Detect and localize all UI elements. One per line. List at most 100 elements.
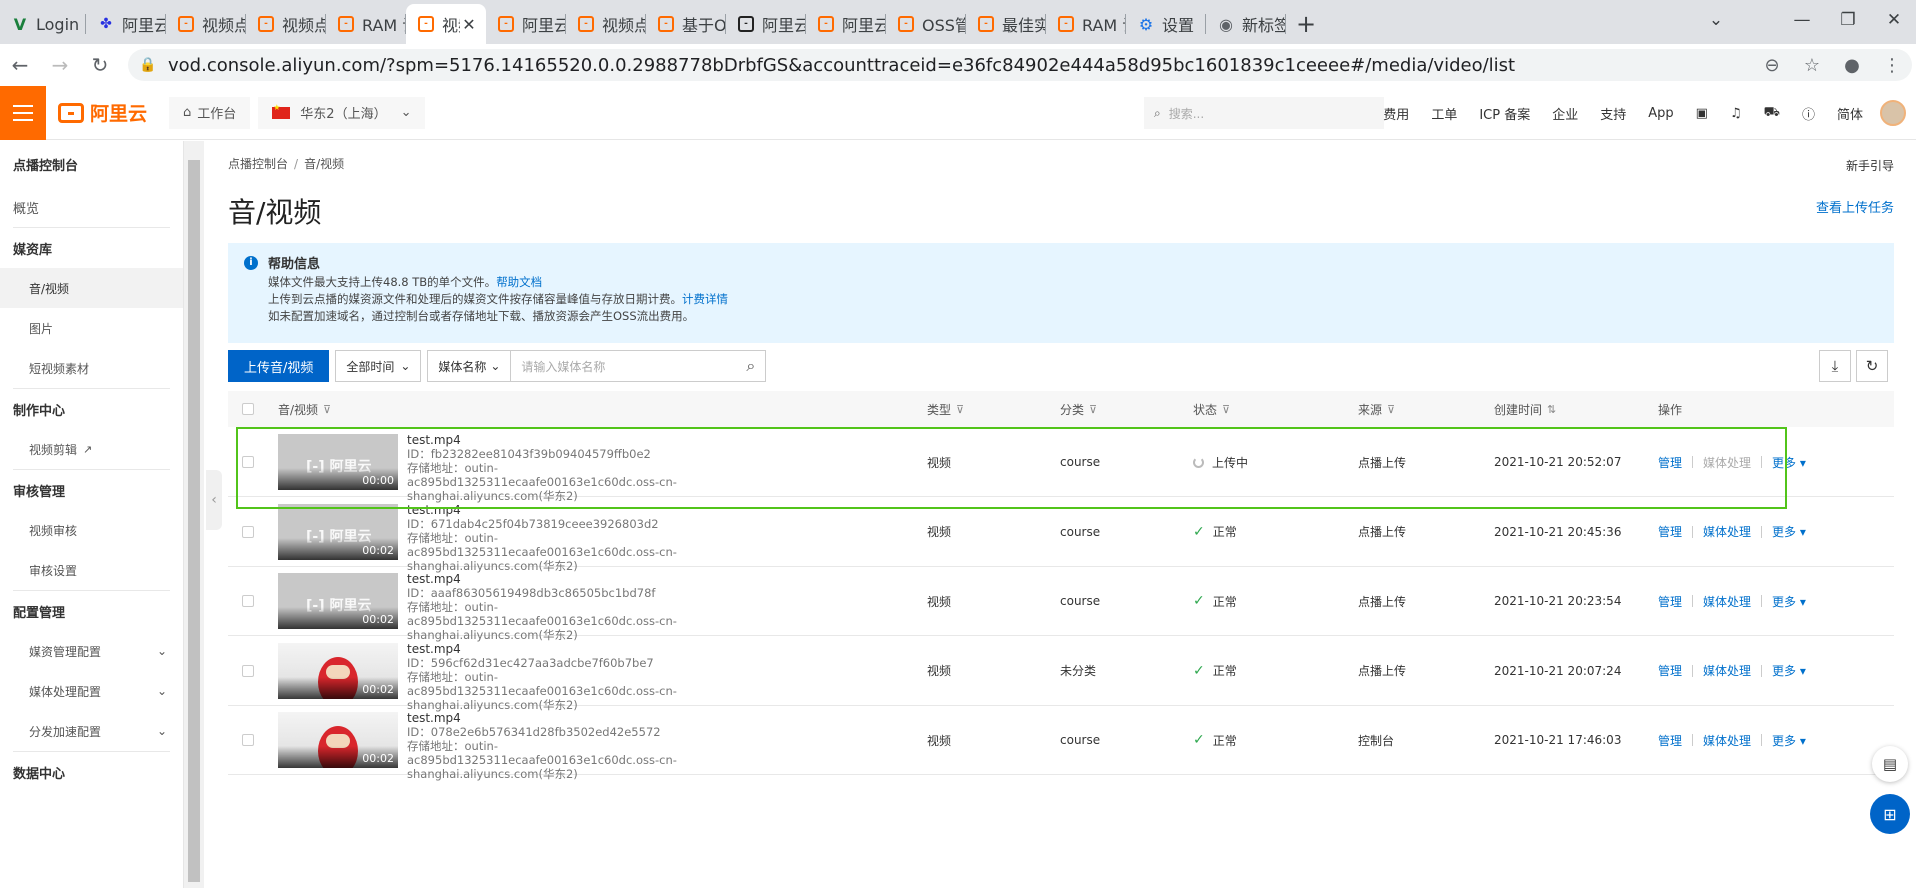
upload-tasks-link[interactable]: 查看上传任务 <box>1816 197 1894 216</box>
more-dropdown[interactable]: 更多 ▾ <box>1772 523 1806 540</box>
sidebar-collapse-icon[interactable]: ‹ <box>206 470 222 530</box>
browser-tab[interactable]: - 阿里云 <box>806 4 886 44</box>
media-process-link[interactable]: 媒体处理 <box>1703 732 1751 749</box>
table-row[interactable]: [-] 阿里云 00:02 test.mp4 ID：aaaf86305619498db… <box>228 566 1894 642</box>
table-row[interactable]: 00:02 test.mp4 ID：078e2e6b576341d28fb3502e… <box>228 705 1894 781</box>
topbar-link-app[interactable]: App <box>1648 106 1673 121</box>
filter-icon[interactable]: ⊽ <box>323 403 331 416</box>
topbar-link-billing[interactable]: 费用 <box>1383 104 1409 123</box>
browser-tab[interactable]: -RAM 访 <box>326 4 406 44</box>
search-field-select[interactable]: 媒体名称 ⌄ <box>427 350 512 382</box>
close-window-icon[interactable]: ✕ <box>1872 0 1916 40</box>
menu-dots-icon[interactable]: ⋮ <box>1872 55 1912 76</box>
row-checkbox[interactable] <box>242 595 254 607</box>
terminal-icon[interactable]: ▣ <box>1696 106 1708 121</box>
more-dropdown[interactable]: 更多 ▾ <box>1772 732 1806 749</box>
global-search-input[interactable]: ⌕ 搜索... <box>1144 97 1384 129</box>
sidebar-item-process-config[interactable]: 媒体处理配置 ⌄ <box>0 671 183 711</box>
sidebar-item-image[interactable]: 图片 <box>0 308 183 348</box>
video-thumbnail[interactable]: [-] 阿里云 00:02 <box>278 503 398 560</box>
refresh-icon[interactable]: ↻ <box>1856 350 1888 382</box>
sidebar-item-overview[interactable]: 概览 <box>0 187 183 227</box>
media-process-link[interactable]: 媒体处理 <box>1703 593 1751 610</box>
sidebar-item-media-config[interactable]: 媒资管理配置 ⌄ <box>0 631 183 671</box>
topbar-link-icp[interactable]: ICP 备案 <box>1479 104 1530 123</box>
help-doc-link[interactable]: 帮助文档 <box>496 275 542 289</box>
manage-link[interactable]: 管理 <box>1658 662 1682 679</box>
row-checkbox[interactable] <box>242 664 254 677</box>
table-row[interactable]: 00:02 test.mp4 ID：596cf62d31ec427aa3adcbe7… <box>228 636 1894 712</box>
close-tab-icon[interactable]: ✕ <box>460 15 478 34</box>
breadcrumb-console[interactable]: 点播控制台 <box>228 157 288 171</box>
new-tab-button[interactable]: + <box>1286 4 1326 44</box>
browser-tab[interactable]: -RAM 访 <box>1046 4 1126 44</box>
minimize-icon[interactable]: — <box>1780 0 1824 40</box>
sort-icon[interactable]: ⇅ <box>1547 403 1556 416</box>
lock-icon[interactable]: 🔒 <box>128 57 168 73</box>
select-all-checkbox[interactable] <box>242 403 254 415</box>
download-icon[interactable]: ⤓ <box>1819 350 1851 382</box>
manage-link[interactable]: 管理 <box>1658 732 1682 749</box>
aliyun-logo[interactable]: 阿里云 <box>58 99 147 126</box>
manage-link[interactable]: 管理 <box>1658 523 1682 540</box>
region-selector[interactable]: 华东2（上海）⌄ <box>258 96 426 129</box>
browser-tab[interactable]: -视频✕ <box>406 4 486 44</box>
filter-icon[interactable]: ⊽ <box>1222 403 1230 416</box>
bookmark-star-icon[interactable]: ☆ <box>1792 55 1832 76</box>
browser-tab[interactable]: ✤ 阿里云 <box>86 4 166 44</box>
search-icon[interactable]: ⌕ <box>746 356 755 376</box>
video-thumbnail[interactable]: 00:02 <box>278 712 398 768</box>
cart-icon[interactable]: ⛟ <box>1764 105 1780 122</box>
more-dropdown[interactable]: 更多 ▾ <box>1772 593 1806 610</box>
media-process-link[interactable]: 媒体处理 <box>1703 662 1751 679</box>
row-checkbox[interactable] <box>242 525 254 538</box>
filter-icon[interactable]: ⊽ <box>1089 403 1097 416</box>
avatar[interactable] <box>1880 100 1906 126</box>
billing-detail-link[interactable]: 计费详情 <box>682 292 728 306</box>
browser-tab[interactable]: - 最佳实 <box>966 4 1046 44</box>
apps-grid-icon[interactable]: ⊞ <box>1870 794 1910 834</box>
reload-icon[interactable]: ↻ <box>80 45 120 85</box>
browser-tab[interactable]: - 阿里云 <box>486 4 566 44</box>
topbar-link-enterprise[interactable]: 企业 <box>1552 104 1578 123</box>
profile-icon[interactable]: ● <box>1832 55 1872 76</box>
media-name[interactable]: test.mp4 <box>407 642 737 656</box>
topbar-link-ticket[interactable]: 工单 <box>1431 104 1457 123</box>
media-name[interactable]: test.mp4 <box>407 711 737 725</box>
beginner-guide-link[interactable]: 新手引导 <box>1846 157 1894 174</box>
url-text[interactable]: vod.console.aliyun.com/?spm=5176.1416552… <box>168 55 1752 76</box>
time-filter-select[interactable]: 全部时间 ⌄ <box>335 350 422 382</box>
browser-tab[interactable]: V Login I <box>0 4 86 44</box>
browser-tab[interactable]: - 视频点 <box>246 4 326 44</box>
bell-icon[interactable]: ♫ <box>1730 106 1742 121</box>
manage-link[interactable]: 管理 <box>1658 593 1682 610</box>
forward-icon[interactable]: → <box>40 45 80 85</box>
workbench-button[interactable]: ⌂ 工作台 <box>169 96 251 129</box>
video-thumbnail[interactable]: 00:02 <box>278 642 398 699</box>
help-icon[interactable]: ⓘ <box>1802 104 1815 123</box>
browser-tab[interactable]: - 视频点 <box>566 4 646 44</box>
sidebar-scrollbar-thumb[interactable] <box>188 160 200 882</box>
sidebar-item-short-video[interactable]: 短视频素材 <box>0 348 183 388</box>
upload-video-button[interactable]: 上传音/视频 <box>228 350 330 382</box>
video-thumbnail[interactable]: [-] 阿里云 00:02 <box>278 573 398 629</box>
filter-icon[interactable]: ⊽ <box>1387 403 1395 416</box>
media-name[interactable]: test.mp4 <box>407 572 737 586</box>
tab-search-icon[interactable]: ⌄ <box>1694 0 1738 40</box>
sidebar-item-cdn-config[interactable]: 分发加速配置 ⌄ <box>0 711 183 751</box>
menu-hamburger-icon[interactable] <box>0 85 46 140</box>
browser-tab[interactable]: ⚙ 设置 <box>1126 4 1206 44</box>
row-checkbox[interactable] <box>242 734 254 746</box>
omnibox[interactable]: 🔒 vod.console.aliyun.com/?spm=5176.14165… <box>128 49 1912 81</box>
chat-icon[interactable]: ▤ <box>1872 746 1908 782</box>
language-switch[interactable]: 简体 <box>1837 104 1863 123</box>
sidebar-item-video-audit[interactable]: 视频审核 <box>0 510 183 550</box>
browser-tab[interactable]: -基于OS <box>646 4 726 44</box>
media-process-link[interactable]: 媒体处理 <box>1703 523 1751 540</box>
zoom-icon[interactable]: ⊖ <box>1752 55 1792 76</box>
media-search-input[interactable]: 请输入媒体名称 ⌕ <box>511 350 767 382</box>
more-dropdown[interactable]: 更多 ▾ <box>1772 662 1806 679</box>
sidebar-item-video[interactable]: 音/视频 <box>0 268 183 308</box>
browser-tab[interactable]: - 阿里云 <box>726 4 806 44</box>
sidebar-item-audit-settings[interactable]: 审核设置 <box>0 550 183 590</box>
